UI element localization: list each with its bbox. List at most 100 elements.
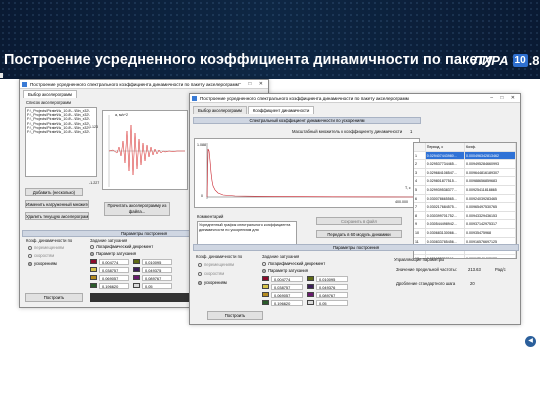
table-cell: 0.029684108547... — [426, 168, 466, 177]
table-cell: 4 — [414, 177, 426, 185]
color-swatch[interactable] — [307, 300, 314, 305]
slide-title: Построение усредненного коэффициента дин… — [4, 52, 494, 68]
damping-value[interactable]: 0.089767 — [316, 292, 348, 298]
table-cell: 0.00943329436153 — [465, 211, 516, 220]
color-swatch[interactable] — [307, 284, 314, 289]
color-swatch[interactable] — [90, 267, 97, 272]
front-tabs: Выбор акселерограмм Коэффициент динамичн… — [190, 106, 520, 114]
damping-value[interactable]: 0.05 — [142, 283, 172, 289]
table-cell: 0.029939538377... — [426, 185, 466, 194]
app-icon — [22, 82, 27, 87]
chart-ymax: 1.088 — [197, 143, 206, 147]
table-row[interactable]: 8 0.030399701752... 0.00943329436153 — [414, 211, 516, 221]
list-label: Список акселерограмм — [26, 100, 71, 105]
table-row[interactable]: 3 0.029684108547... 0.009644816189307 — [414, 168, 516, 178]
table-cell: 0.00965497530765 — [465, 203, 516, 211]
control-params-label: Управляющие параметры — [394, 257, 445, 262]
radio-damping-param[interactable]: Параметр затухания — [90, 251, 136, 256]
plot-ylabel: а, м/с^2 — [115, 113, 128, 117]
comment-field[interactable]: Усредненный график спектрального коэффиц… — [197, 221, 297, 245]
color-swatch[interactable] — [133, 259, 140, 264]
tab-dynamic-coef[interactable]: Коэффициент динамичности — [247, 106, 315, 114]
table-row[interactable]: 10 0.030683130066... 0.00935475968 — [414, 228, 516, 238]
color-swatch[interactable] — [262, 276, 269, 281]
damping-value[interactable]: 0.069057 — [99, 275, 129, 281]
damping-value[interactable]: 0.004774 — [99, 259, 129, 265]
logo-suffix: .8 — [528, 52, 540, 68]
color-swatch[interactable] — [307, 276, 314, 281]
table-row[interactable]: 1 0.029407443980... 0.000496342813462 — [414, 151, 516, 161]
front-window-title: Построение усредненного спектрального ко… — [200, 96, 409, 101]
damping-value[interactable]: 0.05 — [316, 300, 348, 306]
damping-value[interactable]: 0.049376 — [316, 284, 348, 290]
damping-value[interactable]: 0.010095 — [142, 259, 172, 265]
file-item[interactable]: F:\_Projects\Pirate\№_10.8\...\Bin_x32\ — [27, 117, 95, 121]
tab-select-accel[interactable]: Выбор акселерограмм — [193, 106, 247, 114]
radio-displacement[interactable]: перемещениям — [198, 262, 234, 267]
color-swatch[interactable] — [90, 275, 97, 280]
freq-value[interactable]: 213.63 — [468, 267, 481, 272]
tab-select-accel[interactable]: Выбор акселерограмм — [23, 90, 77, 98]
build-button[interactable]: Построить — [207, 311, 263, 320]
accel-plot: а, м/с^2 1.123 -1.227 — [89, 110, 188, 190]
chart-header-bar: Спектральный коэффициент динамичности по… — [193, 117, 421, 124]
radio-velocity[interactable]: скоростям — [198, 271, 224, 276]
read-file-button[interactable]: Прочитать акселерограмму из файла... — [104, 202, 170, 216]
damping-value[interactable]: 0.010095 — [316, 276, 348, 282]
color-swatch[interactable] — [90, 283, 97, 288]
table-cell: 0.00924039283465 — [465, 194, 516, 203]
table-row[interactable]: 6 0.030078665565... 0.00924039283465 — [414, 194, 516, 204]
back-window-titlebar[interactable]: Построение усредненного спектрального ко… — [20, 80, 268, 89]
radio-displacement[interactable]: перемещениям — [28, 245, 64, 250]
window-controls[interactable]: – □ ✕ — [238, 80, 266, 88]
table-row[interactable]: 4 0.029801877515... 0.00988656859683 — [414, 177, 516, 186]
damping-value[interactable]: 0.004774 — [271, 276, 303, 282]
table-cell: 0.00937142975317 — [465, 220, 516, 228]
damping-value[interactable]: 0.196620 — [271, 300, 303, 306]
build-button[interactable]: Построить — [25, 293, 83, 302]
radio-acceleration[interactable]: ускорениям — [198, 280, 227, 285]
save-file-button[interactable]: Сохранить в файл — [316, 217, 402, 225]
add-button[interactable]: Добавить (несколько) — [25, 188, 83, 196]
change-multiplier-button[interactable]: Изменить нагруженный множитель — [25, 200, 89, 208]
table-row[interactable]: 7 0.030217684575... 0.00965497530765 — [414, 203, 516, 212]
table-cell: 0.030544498942... — [426, 220, 466, 228]
delete-accel-button[interactable]: Удалить текущую акселерограмму — [25, 212, 89, 220]
damping-value[interactable]: 0.038757 — [99, 267, 129, 273]
table-row[interactable]: 5 0.029939538377... 0.00925411818865 — [414, 185, 516, 195]
radio-damping-param[interactable]: Параметр затухания — [262, 268, 308, 273]
color-swatch[interactable] — [133, 283, 140, 288]
color-swatch[interactable] — [262, 284, 269, 289]
damping-value[interactable]: 0.038757 — [271, 284, 303, 290]
radio-log-decrement[interactable]: Логарифмический декремент — [90, 244, 153, 249]
color-swatch[interactable] — [90, 259, 97, 264]
radio-log-decrement[interactable]: Логарифмический декремент — [262, 261, 325, 266]
period-table[interactable]: Период, с Коэф. 1 0.029407443980... 0.00049… — [413, 142, 517, 259]
color-swatch[interactable] — [133, 275, 140, 280]
color-swatch[interactable] — [262, 292, 269, 297]
front-window-titlebar[interactable]: Построение усредненного спектрального ко… — [190, 94, 520, 103]
radio-acceleration[interactable]: ускорениям — [28, 261, 57, 266]
table-cell: 0.000496342813462 — [465, 151, 516, 160]
damping-value[interactable]: 0.049375 — [142, 267, 172, 273]
table-cell: 0.009644816189307 — [465, 168, 516, 177]
radio-velocity[interactable]: скоростям — [28, 253, 54, 258]
next-slide-icon[interactable]: ◀ — [525, 336, 536, 347]
window-controls[interactable]: – □ ✕ — [490, 94, 518, 102]
table-cell: 0.029537734465... — [426, 160, 466, 168]
transfer-module-button[interactable]: Передать в 60 модуль динамики — [316, 230, 402, 238]
accel-file-list[interactable]: F:\_Projects\Pirate\№_10.8\...\Bin_x32\ … — [25, 107, 97, 177]
damping-value[interactable]: 0.069057 — [271, 292, 303, 298]
color-swatch[interactable] — [133, 267, 140, 272]
build-button-2[interactable] — [90, 293, 190, 302]
multiplier-value[interactable]: 1 — [410, 129, 412, 134]
table-row[interactable]: 2 0.029537734465... 0.009495284660993 — [414, 160, 516, 169]
file-item[interactable]: F:\_Projects\Pirate\№_10.8\...\Bin_x32\ — [27, 130, 95, 134]
chart-y0: 0 — [201, 194, 203, 198]
damping-value[interactable]: 0.196620 — [99, 283, 129, 289]
table-row[interactable]: 9 0.030544498942... 0.00937142975317 — [414, 220, 516, 229]
color-swatch[interactable] — [307, 292, 314, 297]
step-value[interactable]: 20 — [470, 281, 475, 286]
color-swatch[interactable] — [262, 300, 269, 305]
damping-value[interactable]: 0.089767 — [142, 275, 172, 281]
